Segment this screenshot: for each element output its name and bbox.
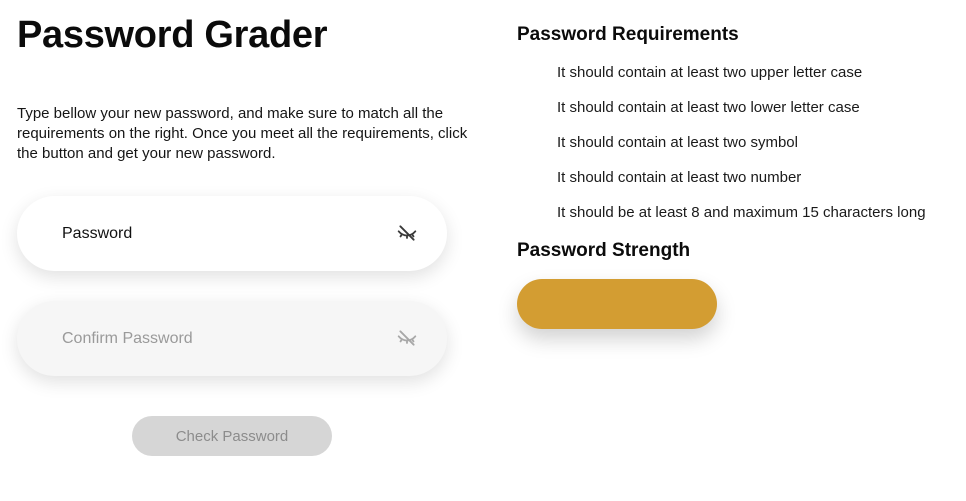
eye-off-icon[interactable]: [397, 223, 417, 243]
password-field: [17, 196, 447, 271]
intro-text: Type bellow your new password, and make …: [17, 105, 468, 162]
requirement-item: It should contain at least two number: [557, 169, 802, 186]
eye-off-icon[interactable]: [397, 328, 417, 348]
strength-indicator: [517, 279, 717, 329]
requirement-item: It should contain at least two lower let…: [557, 99, 860, 116]
confirm-password-field: [17, 301, 447, 376]
requirement-item: It should contain at least two symbol: [557, 134, 798, 151]
confirm-password-input[interactable]: [62, 301, 382, 376]
left-panel: Password Grader Type bellow your new pas…: [17, 0, 487, 456]
requirement-item: It should contain at least two upper let…: [557, 64, 863, 81]
requirements-list: It should contain at least two upper let…: [557, 62, 926, 237]
check-password-button[interactable]: Check Password: [132, 416, 332, 456]
page-title: Password Grader: [17, 14, 328, 56]
strength-title: Password Strength: [517, 240, 691, 261]
requirements-title: Password Requirements: [517, 24, 739, 45]
requirement-item: It should be at least 8 and maximum 15 c…: [557, 204, 926, 221]
password-input[interactable]: [62, 196, 382, 271]
